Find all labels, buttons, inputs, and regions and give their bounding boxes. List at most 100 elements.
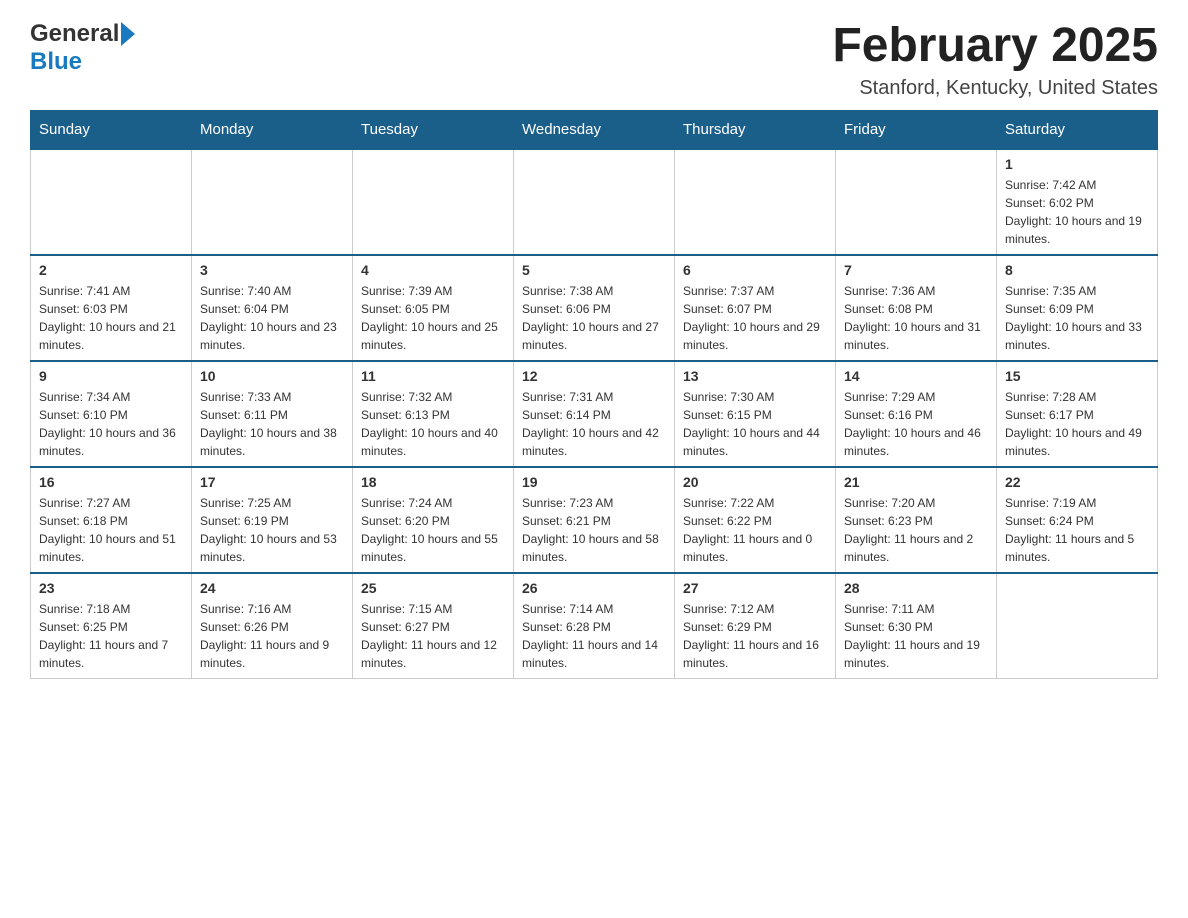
day-info: Sunrise: 7:14 AMSunset: 6:28 PMDaylight:… [522, 600, 666, 672]
day-number: 10 [200, 368, 344, 384]
calendar-table: SundayMondayTuesdayWednesdayThursdayFrid… [30, 110, 1158, 679]
calendar-cell: 6 Sunrise: 7:37 AMSunset: 6:07 PMDaylight… [675, 255, 836, 361]
calendar-week-row: 16 Sunrise: 7:27 AMSunset: 6:18 PMDayligh… [31, 467, 1158, 573]
day-info: Sunrise: 7:35 AMSunset: 6:09 PMDaylight:… [1005, 282, 1149, 354]
day-info: Sunrise: 7:22 AMSunset: 6:22 PMDaylight:… [683, 494, 827, 566]
calendar-cell: 19 Sunrise: 7:23 AMSunset: 6:21 PMDayligh… [514, 467, 675, 573]
day-number: 3 [200, 262, 344, 278]
calendar-cell [836, 149, 997, 255]
calendar-cell: 24 Sunrise: 7:16 AMSunset: 6:26 PMDayligh… [192, 573, 353, 679]
day-number: 9 [39, 368, 183, 384]
calendar-cell: 2 Sunrise: 7:41 AMSunset: 6:03 PMDaylight… [31, 255, 192, 361]
day-info: Sunrise: 7:23 AMSunset: 6:21 PMDaylight:… [522, 494, 666, 566]
day-of-week-header: Monday [192, 110, 353, 149]
calendar-cell: 27 Sunrise: 7:12 AMSunset: 6:29 PMDayligh… [675, 573, 836, 679]
day-number: 26 [522, 580, 666, 596]
day-of-week-header: Friday [836, 110, 997, 149]
calendar-cell: 13 Sunrise: 7:30 AMSunset: 6:15 PMDayligh… [675, 361, 836, 467]
calendar-cell: 18 Sunrise: 7:24 AMSunset: 6:20 PMDayligh… [353, 467, 514, 573]
day-of-week-header: Thursday [675, 110, 836, 149]
day-info: Sunrise: 7:28 AMSunset: 6:17 PMDaylight:… [1005, 388, 1149, 460]
day-info: Sunrise: 7:16 AMSunset: 6:26 PMDaylight:… [200, 600, 344, 672]
calendar-week-row: 1 Sunrise: 7:42 AMSunset: 6:02 PMDaylight… [31, 149, 1158, 255]
day-info: Sunrise: 7:15 AMSunset: 6:27 PMDaylight:… [361, 600, 505, 672]
day-number: 18 [361, 474, 505, 490]
day-of-week-header: Wednesday [514, 110, 675, 149]
day-info: Sunrise: 7:18 AMSunset: 6:25 PMDaylight:… [39, 600, 183, 672]
day-info: Sunrise: 7:11 AMSunset: 6:30 PMDaylight:… [844, 600, 988, 672]
day-info: Sunrise: 7:20 AMSunset: 6:23 PMDaylight:… [844, 494, 988, 566]
day-number: 15 [1005, 368, 1149, 384]
day-number: 21 [844, 474, 988, 490]
calendar-cell: 9 Sunrise: 7:34 AMSunset: 6:10 PMDaylight… [31, 361, 192, 467]
day-info: Sunrise: 7:32 AMSunset: 6:13 PMDaylight:… [361, 388, 505, 460]
day-info: Sunrise: 7:41 AMSunset: 6:03 PMDaylight:… [39, 282, 183, 354]
day-number: 20 [683, 474, 827, 490]
calendar-cell [514, 149, 675, 255]
day-number: 25 [361, 580, 505, 596]
day-info: Sunrise: 7:31 AMSunset: 6:14 PMDaylight:… [522, 388, 666, 460]
calendar-cell: 28 Sunrise: 7:11 AMSunset: 6:30 PMDayligh… [836, 573, 997, 679]
calendar-cell: 20 Sunrise: 7:22 AMSunset: 6:22 PMDayligh… [675, 467, 836, 573]
calendar-cell: 4Sunrise: 7:39 AMSunset: 6:05 PMDaylight… [353, 255, 514, 361]
calendar-cell: 1 Sunrise: 7:42 AMSunset: 6:02 PMDaylight… [997, 149, 1158, 255]
calendar-week-row: 23Sunrise: 7:18 AMSunset: 6:25 PMDayligh… [31, 573, 1158, 679]
day-number: 1 [1005, 156, 1149, 172]
day-number: 8 [1005, 262, 1149, 278]
day-of-week-header: Sunday [31, 110, 192, 149]
day-number: 22 [1005, 474, 1149, 490]
calendar-cell: 23Sunrise: 7:18 AMSunset: 6:25 PMDayligh… [31, 573, 192, 679]
day-number: 2 [39, 262, 183, 278]
day-number: 12 [522, 368, 666, 384]
day-info: Sunrise: 7:38 AMSunset: 6:06 PMDaylight:… [522, 282, 666, 354]
calendar-cell [192, 149, 353, 255]
title-section: February 2025 Stanford, Kentucky, United… [832, 20, 1158, 100]
day-info: Sunrise: 7:12 AMSunset: 6:29 PMDaylight:… [683, 600, 827, 672]
day-info: Sunrise: 7:34 AMSunset: 6:10 PMDaylight:… [39, 388, 183, 460]
day-info: Sunrise: 7:25 AMSunset: 6:19 PMDaylight:… [200, 494, 344, 566]
day-number: 27 [683, 580, 827, 596]
day-info: Sunrise: 7:37 AMSunset: 6:07 PMDaylight:… [683, 282, 827, 354]
day-number: 24 [200, 580, 344, 596]
calendar-week-row: 2 Sunrise: 7:41 AMSunset: 6:03 PMDaylight… [31, 255, 1158, 361]
calendar-cell: 10 Sunrise: 7:33 AMSunset: 6:11 PMDayligh… [192, 361, 353, 467]
logo-blue-text: Blue [30, 48, 82, 75]
day-number: 7 [844, 262, 988, 278]
calendar-cell: 3 Sunrise: 7:40 AMSunset: 6:04 PMDaylight… [192, 255, 353, 361]
calendar-cell: 8 Sunrise: 7:35 AMSunset: 6:09 PMDaylight… [997, 255, 1158, 361]
day-number: 28 [844, 580, 988, 596]
location-text: Stanford, Kentucky, United States [832, 77, 1158, 100]
day-number: 4 [361, 262, 505, 278]
logo-chevron-icon [121, 22, 135, 46]
calendar-cell: 12 Sunrise: 7:31 AMSunset: 6:14 PMDayligh… [514, 361, 675, 467]
day-info: Sunrise: 7:30 AMSunset: 6:15 PMDaylight:… [683, 388, 827, 460]
day-of-week-header: Saturday [997, 110, 1158, 149]
day-number: 19 [522, 474, 666, 490]
calendar-cell: 25 Sunrise: 7:15 AMSunset: 6:27 PMDayligh… [353, 573, 514, 679]
calendar-cell: 26 Sunrise: 7:14 AMSunset: 6:28 PMDayligh… [514, 573, 675, 679]
day-of-week-header: Tuesday [353, 110, 514, 149]
calendar-cell [353, 149, 514, 255]
calendar-cell: 11Sunrise: 7:32 AMSunset: 6:13 PMDayligh… [353, 361, 514, 467]
logo: General Blue [30, 20, 135, 76]
day-number: 14 [844, 368, 988, 384]
day-number: 6 [683, 262, 827, 278]
day-info: Sunrise: 7:33 AMSunset: 6:11 PMDaylight:… [200, 388, 344, 460]
day-number: 5 [522, 262, 666, 278]
day-info: Sunrise: 7:40 AMSunset: 6:04 PMDaylight:… [200, 282, 344, 354]
day-info: Sunrise: 7:42 AMSunset: 6:02 PMDaylight:… [1005, 176, 1149, 248]
day-info: Sunrise: 7:29 AMSunset: 6:16 PMDaylight:… [844, 388, 988, 460]
day-number: 13 [683, 368, 827, 384]
day-info: Sunrise: 7:27 AMSunset: 6:18 PMDaylight:… [39, 494, 183, 566]
calendar-cell: 5 Sunrise: 7:38 AMSunset: 6:06 PMDaylight… [514, 255, 675, 361]
logo-general-text: General [30, 20, 119, 48]
calendar-cell [997, 573, 1158, 679]
calendar-cell: 7Sunrise: 7:36 AMSunset: 6:08 PMDaylight… [836, 255, 997, 361]
calendar-header-row: SundayMondayTuesdayWednesdayThursdayFrid… [31, 110, 1158, 149]
month-title: February 2025 [832, 20, 1158, 73]
calendar-cell: 22Sunrise: 7:19 AMSunset: 6:24 PMDayligh… [997, 467, 1158, 573]
calendar-cell: 17Sunrise: 7:25 AMSunset: 6:19 PMDayligh… [192, 467, 353, 573]
day-number: 16 [39, 474, 183, 490]
day-info: Sunrise: 7:24 AMSunset: 6:20 PMDaylight:… [361, 494, 505, 566]
calendar-cell: 15 Sunrise: 7:28 AMSunset: 6:17 PMDayligh… [997, 361, 1158, 467]
